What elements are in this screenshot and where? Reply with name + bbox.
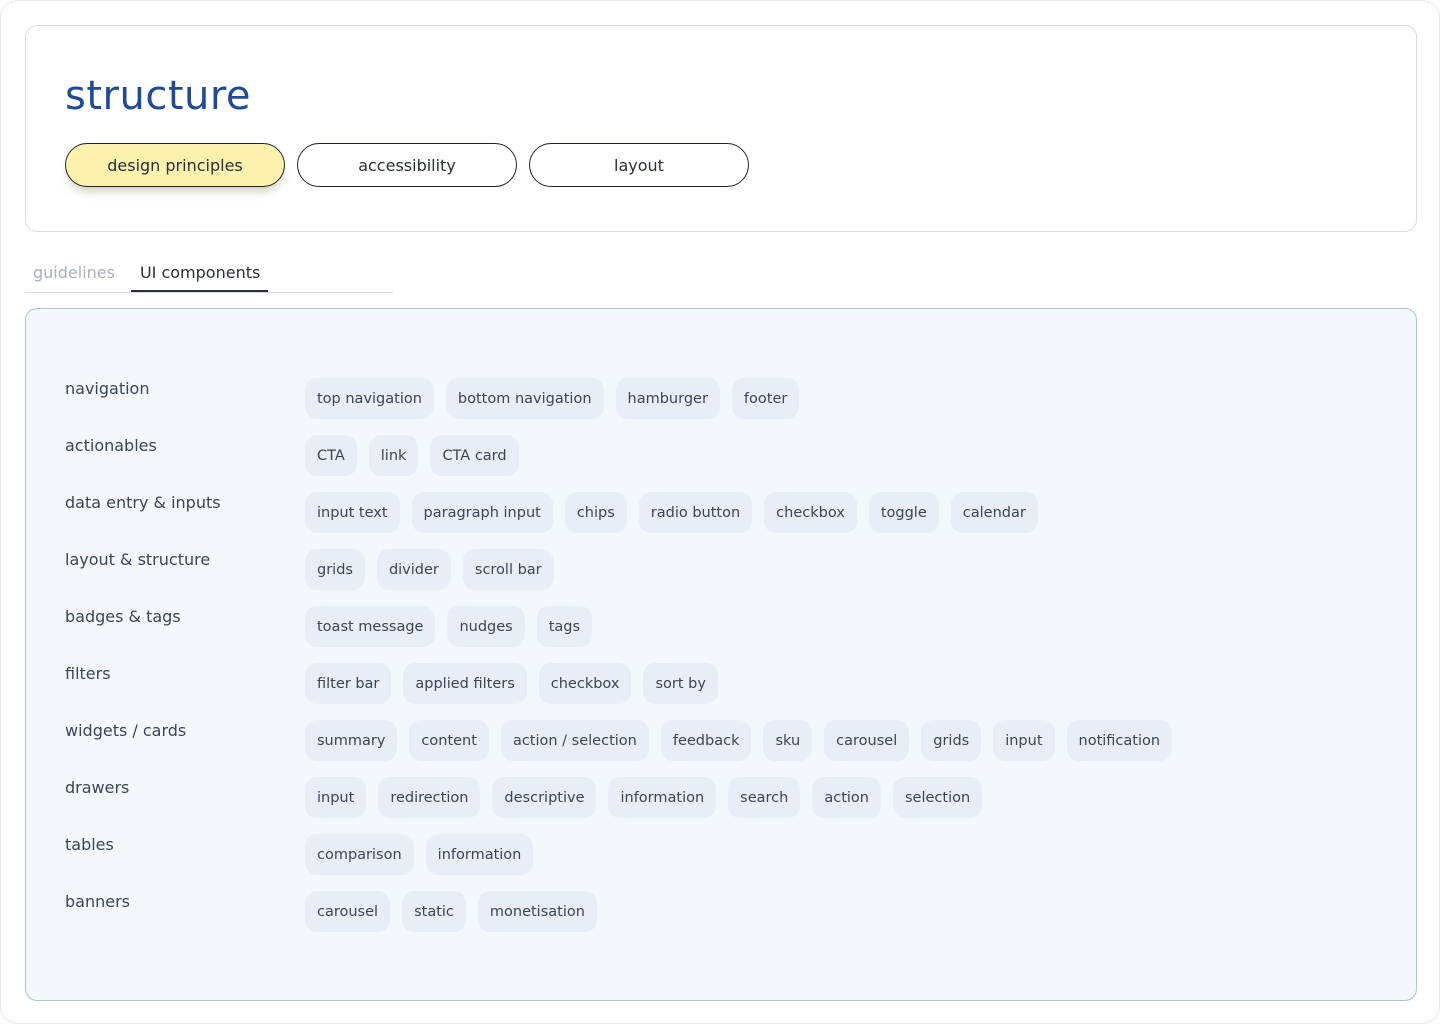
component-chip[interactable]: grids — [305, 549, 365, 590]
component-chips: summary content action / selection feedback… — [305, 720, 1173, 761]
category-label: layout & structure — [65, 550, 211, 569]
component-chip[interactable]: search — [728, 777, 801, 818]
category-label: banners — [65, 892, 130, 911]
category-label: widgets / cards — [65, 721, 187, 740]
header-card: structure design principles accessibilit… — [25, 25, 1417, 232]
page-title: structure — [65, 73, 252, 119]
component-chips: input redirection descriptive information se… — [305, 777, 983, 818]
component-chip[interactable]: CTA card — [430, 435, 519, 476]
category-row: tables comparison information — [65, 833, 1395, 890]
component-chip[interactable]: carousel — [305, 891, 391, 932]
component-chip[interactable]: carousel — [824, 720, 910, 761]
category-label: drawers — [65, 778, 130, 797]
component-chips: top navigation bottom navigation hamburger… — [305, 378, 800, 419]
component-chip[interactable]: paragraph input — [411, 492, 553, 533]
component-chip[interactable]: selection — [892, 777, 983, 818]
page-frame: structure design principles accessibilit… — [0, 0, 1440, 1024]
component-chip[interactable]: action — [812, 777, 881, 818]
component-chip[interactable]: tags — [536, 606, 593, 647]
component-chips: comparison information — [305, 834, 534, 875]
category-row: drawers input redirection descriptive inform… — [65, 776, 1395, 833]
section-pills: design principles accessibility layout — [65, 143, 749, 187]
component-chip[interactable]: filter bar — [305, 663, 392, 704]
component-chip[interactable]: input text — [305, 492, 400, 533]
component-chips: carousel static monetisation — [305, 891, 597, 932]
component-chip[interactable]: content — [409, 720, 489, 761]
component-chip[interactable]: calendar — [950, 492, 1038, 533]
component-chip[interactable]: input — [305, 777, 367, 818]
component-chip[interactable]: monetisation — [477, 891, 597, 932]
category-list: navigation top navigation bottom navigatio… — [65, 377, 1395, 947]
component-chip[interactable]: bottom navigation — [445, 378, 604, 419]
tab-ui-components[interactable]: UI components — [130, 259, 269, 292]
category-row: banners carousel static monetisation — [65, 890, 1395, 947]
component-chips: grids divider scroll bar — [305, 549, 554, 590]
component-chip[interactable]: chips — [564, 492, 627, 533]
component-chip[interactable]: static — [402, 891, 466, 932]
component-chips: filter bar applied filters checkbox sort by — [305, 663, 718, 704]
component-chip[interactable]: input — [993, 720, 1055, 761]
component-chip[interactable]: information — [608, 777, 717, 818]
category-label: actionables — [65, 436, 157, 455]
tab-guidelines[interactable]: guidelines — [25, 259, 123, 292]
category-row: navigation top navigation bottom navigatio… — [65, 377, 1395, 434]
component-chip[interactable]: action / selection — [500, 720, 649, 761]
component-chip[interactable]: descriptive — [492, 777, 597, 818]
category-row: badges & tags toast message nudges tags — [65, 605, 1395, 662]
components-panel: navigation top navigation bottom navigatio… — [25, 308, 1417, 1001]
component-chip[interactable]: summary — [305, 720, 398, 761]
category-row: layout & structure grids divider scroll bar — [65, 548, 1395, 605]
component-chip[interactable]: redirection — [378, 777, 481, 818]
category-label: data entry & inputs — [65, 493, 221, 512]
category-label: tables — [65, 835, 114, 854]
component-chip[interactable]: sku — [763, 720, 813, 761]
component-chip[interactable]: radio button — [638, 492, 753, 533]
component-chips: CTA link CTA card — [305, 435, 519, 476]
category-row: data entry & inputs input text paragraph i… — [65, 491, 1395, 548]
component-chip[interactable]: toggle — [868, 492, 939, 533]
component-chip[interactable]: top navigation — [305, 378, 434, 419]
component-chip[interactable]: hamburger — [615, 378, 720, 419]
category-row: widgets / cards summary content action / se… — [65, 719, 1395, 776]
category-label: navigation — [65, 379, 150, 398]
category-row: filters filter bar applied filters checkbox… — [65, 662, 1395, 719]
component-chip[interactable]: sort by — [643, 663, 718, 704]
pill-layout[interactable]: layout — [529, 143, 749, 187]
component-chip[interactable]: divider — [376, 549, 451, 590]
component-chip[interactable]: feedback — [660, 720, 752, 761]
component-chips: toast message nudges tags — [305, 606, 593, 647]
component-chip[interactable]: notification — [1066, 720, 1173, 761]
category-row: actionables CTA link CTA card — [65, 434, 1395, 491]
component-chip[interactable]: checkbox — [764, 492, 857, 533]
component-chip[interactable]: scroll bar — [462, 549, 554, 590]
pill-accessibility[interactable]: accessibility — [297, 143, 517, 187]
component-chip[interactable]: footer — [731, 378, 800, 419]
tab-bar: guidelines UI components — [25, 259, 393, 293]
component-chip[interactable]: comparison — [305, 834, 414, 875]
component-chip[interactable]: information — [425, 834, 534, 875]
component-chip[interactable]: link — [368, 435, 419, 476]
pill-design-principles[interactable]: design principles — [65, 143, 285, 187]
component-chips: input text paragraph input chips radio butt… — [305, 492, 1038, 533]
component-chip[interactable]: CTA — [305, 435, 357, 476]
component-chip[interactable]: applied filters — [403, 663, 527, 704]
component-chip[interactable]: checkbox — [538, 663, 632, 704]
component-chip[interactable]: toast message — [305, 606, 436, 647]
category-label: badges & tags — [65, 607, 181, 626]
component-chip[interactable]: grids — [921, 720, 982, 761]
component-chip[interactable]: nudges — [447, 606, 525, 647]
category-label: filters — [65, 664, 111, 683]
